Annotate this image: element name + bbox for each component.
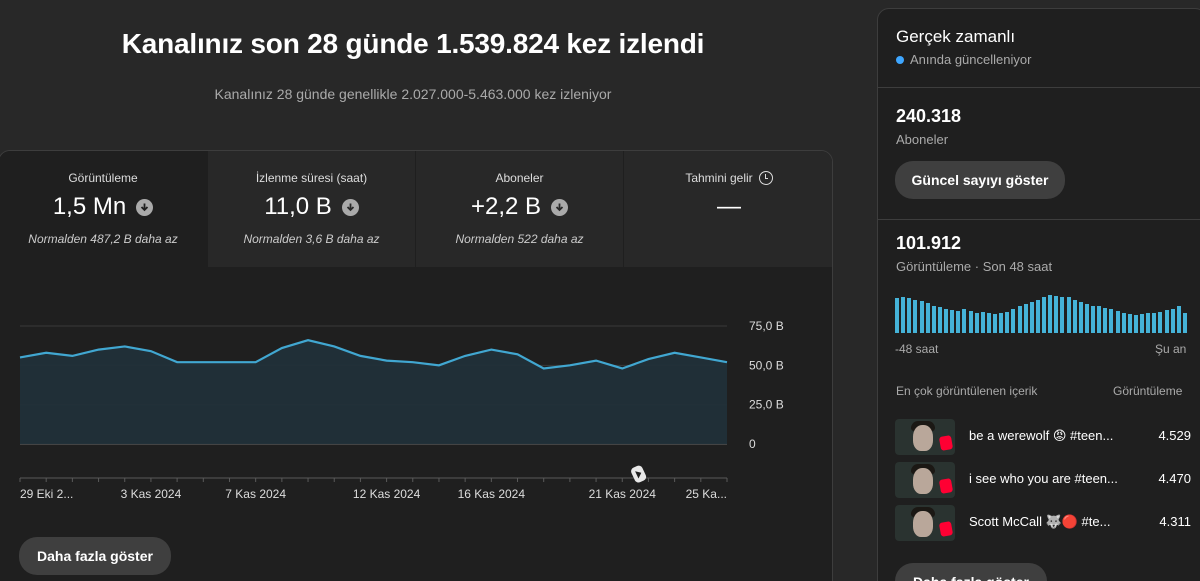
y-tick-label: 25,0 B: [749, 398, 784, 412]
realtime-bar[interactable]: [1103, 307, 1108, 333]
realtime-axis-start: -48 saat: [895, 342, 939, 356]
realtime-bar[interactable]: [968, 311, 973, 333]
realtime-bar[interactable]: [1133, 314, 1138, 333]
shorts-icon: [938, 435, 954, 451]
realtime-bar[interactable]: [1017, 306, 1022, 333]
realtime-bar[interactable]: [956, 311, 961, 333]
list-item[interactable]: Scott McCall 🐺🔴 #te... 4.311: [895, 505, 1191, 543]
list-item[interactable]: i see who you are #teen... 4.470: [895, 462, 1191, 500]
realtime-bar[interactable]: [1054, 295, 1059, 333]
realtime-bar[interactable]: [1035, 299, 1040, 333]
realtime-bar[interactable]: [1066, 297, 1071, 333]
realtime-bar[interactable]: [1121, 312, 1126, 333]
video-views: 4.529: [1158, 428, 1191, 443]
y-tick-label: 75,0 B: [749, 319, 784, 333]
realtime-bar[interactable]: [1170, 308, 1175, 333]
video-thumbnail[interactable]: [895, 462, 955, 498]
realtime-show-more-button[interactable]: Daha fazla göster: [895, 563, 1047, 581]
realtime-bar[interactable]: [931, 305, 936, 333]
subscriber-label: Aboneler: [896, 132, 949, 147]
realtime-bar[interactable]: [1140, 314, 1145, 333]
views-area: [20, 340, 727, 444]
realtime-bar[interactable]: [1127, 314, 1132, 333]
realtime-bar[interactable]: [1029, 301, 1034, 333]
page-title: Kanalınız son 28 günde 1.539.824 kez izl…: [121, 28, 705, 59]
realtime-bar[interactable]: [919, 301, 924, 333]
shorts-icon[interactable]: [630, 464, 648, 484]
realtime-card: Gerçek zamanlı Anında güncelleniyor 240.…: [877, 8, 1200, 581]
realtime-live-indicator: Anında güncelleniyor: [896, 52, 1031, 67]
realtime-bar[interactable]: [1023, 304, 1028, 333]
realtime-bar[interactable]: [962, 309, 967, 333]
top-content-header: En çok görüntülenen içerik: [896, 384, 1038, 398]
realtime-views-label: Görüntüleme · Son 48 saat: [896, 259, 1053, 274]
realtime-bar[interactable]: [974, 312, 979, 333]
realtime-bar[interactable]: [913, 299, 918, 333]
realtime-bar[interactable]: [1158, 311, 1163, 333]
shorts-icon: [938, 478, 954, 494]
realtime-bar[interactable]: [993, 314, 998, 333]
realtime-views-count: 101.912: [896, 233, 962, 253]
list-item[interactable]: be a werewolf 😡 #teen... 4.529: [895, 419, 1191, 457]
realtime-bar[interactable]: [1005, 311, 1010, 333]
realtime-bar[interactable]: [1152, 312, 1157, 333]
x-tick-label: 29 Eki 2...: [20, 487, 73, 501]
realtime-bar[interactable]: [1048, 295, 1053, 333]
video-title[interactable]: be a werewolf 😡 #teen...: [969, 428, 1139, 444]
video-views: 4.311: [1159, 514, 1191, 529]
realtime-bar[interactable]: [950, 310, 955, 333]
realtime-bar[interactable]: [1060, 296, 1065, 333]
x-tick-label: 21 Kas 2024: [589, 487, 657, 501]
realtime-bar[interactable]: [895, 298, 900, 333]
realtime-bar[interactable]: [980, 311, 985, 333]
show-more-button[interactable]: Daha fazla göster: [19, 537, 171, 575]
y-tick-label: 50,0 B: [749, 358, 784, 372]
video-title[interactable]: Scott McCall 🐺🔴 #te...: [969, 514, 1139, 530]
divider: [878, 87, 1200, 88]
realtime-bar[interactable]: [1109, 309, 1114, 333]
live-dot-icon: [896, 55, 904, 64]
views-chart: 75,0 B 50,0 B 25,0 B 0 29 Eki 2... 3 Kas 2024…: [19, 319, 784, 501]
x-tick-label: 16 Kas 2024: [458, 487, 526, 501]
video-thumbnail[interactable]: [895, 505, 955, 541]
video-thumbnail[interactable]: [895, 419, 955, 455]
realtime-bar[interactable]: [944, 308, 949, 333]
subscriber-count: 240.318: [896, 106, 962, 126]
realtime-bar[interactable]: [925, 302, 930, 333]
realtime-bar[interactable]: [999, 313, 1004, 333]
video-views: 4.470: [1158, 471, 1191, 486]
realtime-bar[interactable]: [1011, 309, 1016, 333]
x-tick-label: 3 Kas 2024: [121, 487, 182, 501]
realtime-bar[interactable]: [1097, 306, 1102, 333]
top-content-column: Görüntüleme: [1113, 384, 1183, 398]
x-tick-label: 12 Kas 2024: [353, 487, 421, 501]
realtime-axis-end: Şu an: [1155, 342, 1187, 356]
realtime-bar-chart[interactable]: [895, 295, 1189, 333]
shorts-icon: [938, 521, 954, 537]
realtime-bar[interactable]: [1084, 304, 1089, 333]
realtime-bar[interactable]: [901, 296, 906, 333]
realtime-bar[interactable]: [1176, 306, 1181, 333]
realtime-bar[interactable]: [1164, 310, 1169, 333]
page-subtitle: Kanalınız 28 günde genellikle 2.027.000-…: [214, 86, 612, 102]
realtime-bar[interactable]: [1072, 299, 1077, 333]
video-title[interactable]: i see who you are #teen...: [969, 471, 1139, 486]
realtime-bar[interactable]: [986, 312, 991, 333]
x-tick-label: 7 Kas 2024: [225, 487, 286, 501]
realtime-bar[interactable]: [907, 298, 912, 333]
realtime-bar[interactable]: [1078, 301, 1083, 333]
realtime-bar[interactable]: [1146, 313, 1151, 333]
realtime-bar[interactable]: [1182, 313, 1187, 333]
realtime-bar[interactable]: [1115, 311, 1120, 333]
x-tick-label: 25 Ka...: [686, 487, 727, 501]
y-tick-label: 0: [749, 437, 756, 451]
divider: [878, 219, 1200, 220]
realtime-live-label: Anında güncelleniyor: [910, 52, 1032, 67]
show-current-count-button[interactable]: Güncel sayıyı göster: [895, 161, 1065, 199]
realtime-bar[interactable]: [1091, 305, 1096, 333]
realtime-bar[interactable]: [937, 307, 942, 333]
realtime-bar[interactable]: [1042, 297, 1047, 333]
realtime-title: Gerçek zamanlı: [896, 27, 1016, 46]
